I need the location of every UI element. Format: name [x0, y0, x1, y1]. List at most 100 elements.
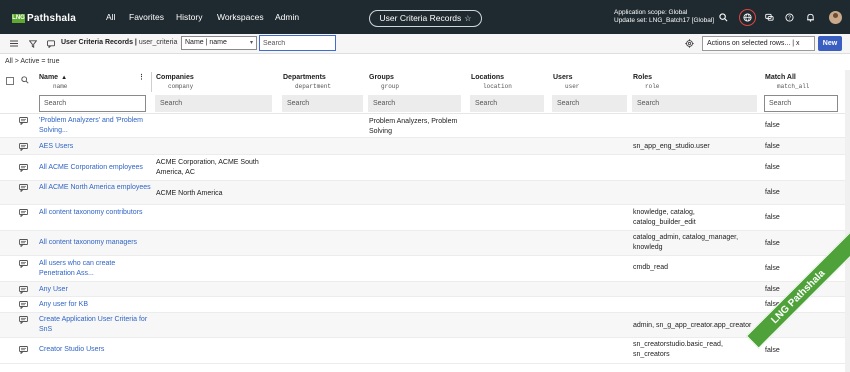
column-header-roles[interactable]: Roles role: [629, 70, 659, 94]
cell-roles: knowledge, catalog, catalog_builder_edit: [633, 209, 696, 226]
help-icon[interactable]: ?: [783, 11, 796, 24]
filter-users-input[interactable]: Search: [552, 95, 627, 112]
cell-groups: Problem Analyzers, Problem Solving: [369, 118, 458, 135]
preview-record-icon[interactable]: [19, 117, 28, 126]
column-header-name[interactable]: Name ▲ name: [35, 70, 67, 94]
table-row[interactable]: 'Problem Analyzers' and 'Problem Solving…: [0, 114, 850, 138]
cell-roles: sn_creatorstudio.basic_read, sn_creators: [633, 341, 723, 358]
table-row[interactable]: Creator Studio Users sn_creatorstudio.bas…: [0, 338, 850, 364]
list-table-name: user_criteria: [138, 39, 178, 46]
preview-record-icon[interactable]: [19, 260, 28, 269]
cell-match-all: false: [765, 240, 780, 247]
column-header-match-all[interactable]: Match All match_all: [761, 70, 809, 94]
star-icon[interactable]: ☆: [464, 14, 471, 23]
column-field-departments: department: [295, 83, 332, 90]
logo-text: Pathshala: [27, 12, 77, 24]
column-header-groups[interactable]: Groups group: [365, 70, 399, 94]
cell-match-all: false: [765, 189, 780, 196]
column-label-companies: Companies: [156, 74, 194, 81]
search-input[interactable]: [259, 35, 336, 51]
preview-record-icon[interactable]: [19, 164, 28, 173]
filter-companies-input[interactable]: Search: [155, 95, 272, 112]
preview-record-icon[interactable]: [19, 143, 28, 152]
filter-match-all-input[interactable]: Search: [764, 95, 838, 112]
column-header-departments[interactable]: Departments department: [279, 70, 331, 94]
preview-record-icon[interactable]: [19, 209, 28, 218]
preview-record-icon[interactable]: [19, 184, 28, 193]
avatar[interactable]: [829, 11, 842, 24]
filter-locations-input[interactable]: Search: [470, 95, 544, 112]
filter-name-input[interactable]: Search: [39, 95, 146, 112]
cell-roles: cmdb_read: [633, 264, 669, 271]
table-row[interactable]: All content taxonomy managers catalog_adm…: [0, 231, 850, 256]
preview-record-icon[interactable]: [19, 239, 28, 248]
nav-admin[interactable]: Admin: [275, 12, 299, 22]
application-scope[interactable]: Application scope: Global Update set: LN…: [614, 9, 714, 25]
column-search-icon[interactable]: [21, 76, 29, 86]
filter-groups-input[interactable]: Search: [368, 95, 461, 112]
table-row[interactable]: Any User false: [0, 282, 850, 297]
cell-companies: ACME North America: [156, 190, 223, 197]
table-row[interactable]: AES Users sn_app_eng_studio.user false: [0, 138, 850, 155]
chat-icon[interactable]: [763, 11, 776, 24]
list-toolbar: User Criteria Records | user_criteria Na…: [0, 34, 850, 54]
preview-record-icon[interactable]: [19, 346, 28, 355]
filter-icon[interactable]: [27, 38, 38, 49]
nav-all[interactable]: All: [106, 12, 115, 22]
cell-name[interactable]: All content taxonomy managers: [39, 238, 151, 248]
filter-departments-input[interactable]: Search: [282, 95, 363, 112]
cell-name[interactable]: All content taxonomy contributors: [39, 208, 151, 218]
column-label-locations: Locations: [471, 74, 505, 81]
table-row[interactable]: All ACME North America employees ACME Nor…: [0, 181, 850, 205]
column-field-name: name: [53, 83, 68, 90]
preview-record-icon[interactable]: [19, 301, 28, 310]
cell-name[interactable]: Creator Studio Users: [39, 345, 151, 355]
column-header-locations[interactable]: Locations location: [467, 70, 512, 94]
column-header-companies[interactable]: Companies company: [152, 70, 194, 94]
column-menu-icon[interactable]: ⋮: [138, 73, 145, 81]
cell-name[interactable]: AES Users: [39, 142, 151, 152]
table-row[interactable]: All content taxonomy contributors knowled…: [0, 205, 850, 231]
hamburger-menu-icon[interactable]: [8, 38, 19, 49]
breadcrumb[interactable]: All > Active = true: [5, 58, 59, 65]
column-field-groups: group: [381, 83, 400, 90]
activity-stream-icon[interactable]: [45, 38, 56, 49]
cell-name[interactable]: Any User: [39, 285, 151, 295]
vertical-scrollbar[interactable]: [845, 70, 850, 372]
new-button[interactable]: New: [818, 36, 842, 51]
nav-history[interactable]: History: [176, 12, 202, 22]
table-row[interactable]: Any user for KB false: [0, 297, 850, 313]
record-title-pill[interactable]: User Criteria Records ☆: [369, 10, 482, 27]
cell-name[interactable]: Create Application User Criteria for SnS: [39, 315, 151, 335]
column-label-groups: Groups: [369, 74, 394, 81]
globe-icon[interactable]: [741, 11, 754, 24]
cell-companies: ACME Corporation, ACME South America, AC: [156, 159, 259, 176]
cell-name[interactable]: All ACME Corporation employees: [39, 163, 151, 173]
nav-favorites[interactable]: Favorites: [129, 12, 164, 22]
cell-name[interactable]: 'Problem Analyzers' and 'Problem Solving…: [39, 116, 151, 136]
preview-record-icon[interactable]: [19, 316, 28, 325]
svg-text:?: ?: [788, 16, 791, 22]
list-title: User Criteria Records | user_criteria: [61, 39, 178, 46]
column-label-name: Name: [39, 74, 59, 81]
preview-record-icon[interactable]: [19, 286, 28, 295]
nav-workspaces[interactable]: Workspaces: [217, 12, 264, 22]
column-header-users[interactable]: Users user: [549, 70, 579, 94]
table-row[interactable]: All ACME Corporation employees ACME Corpo…: [0, 155, 850, 181]
table-row[interactable]: Create Application User Criteria for SnS…: [0, 313, 850, 338]
search-icon[interactable]: [717, 11, 730, 24]
bell-icon[interactable]: [804, 11, 817, 24]
cell-name[interactable]: Any user for KB: [39, 300, 151, 310]
gear-icon[interactable]: [684, 38, 695, 49]
search-field-select[interactable]: Name | name: [181, 36, 257, 50]
cell-match-all: false: [765, 164, 780, 171]
select-all-checkbox[interactable]: [6, 77, 14, 85]
cell-roles: admin, sn_g_app_creator.app_creator: [633, 322, 752, 329]
actions-select[interactable]: Actions on selected rows... | x: [702, 36, 815, 51]
logo[interactable]: LNG Pathshala: [12, 12, 76, 24]
cell-name[interactable]: All ACME North America employees: [39, 183, 151, 193]
table-row[interactable]: All users who can create Penetration Ass…: [0, 256, 850, 282]
logo-mark: LNG: [12, 13, 25, 23]
cell-name[interactable]: All users who can create Penetration Ass…: [39, 259, 151, 279]
filter-roles-input[interactable]: Search: [632, 95, 757, 112]
